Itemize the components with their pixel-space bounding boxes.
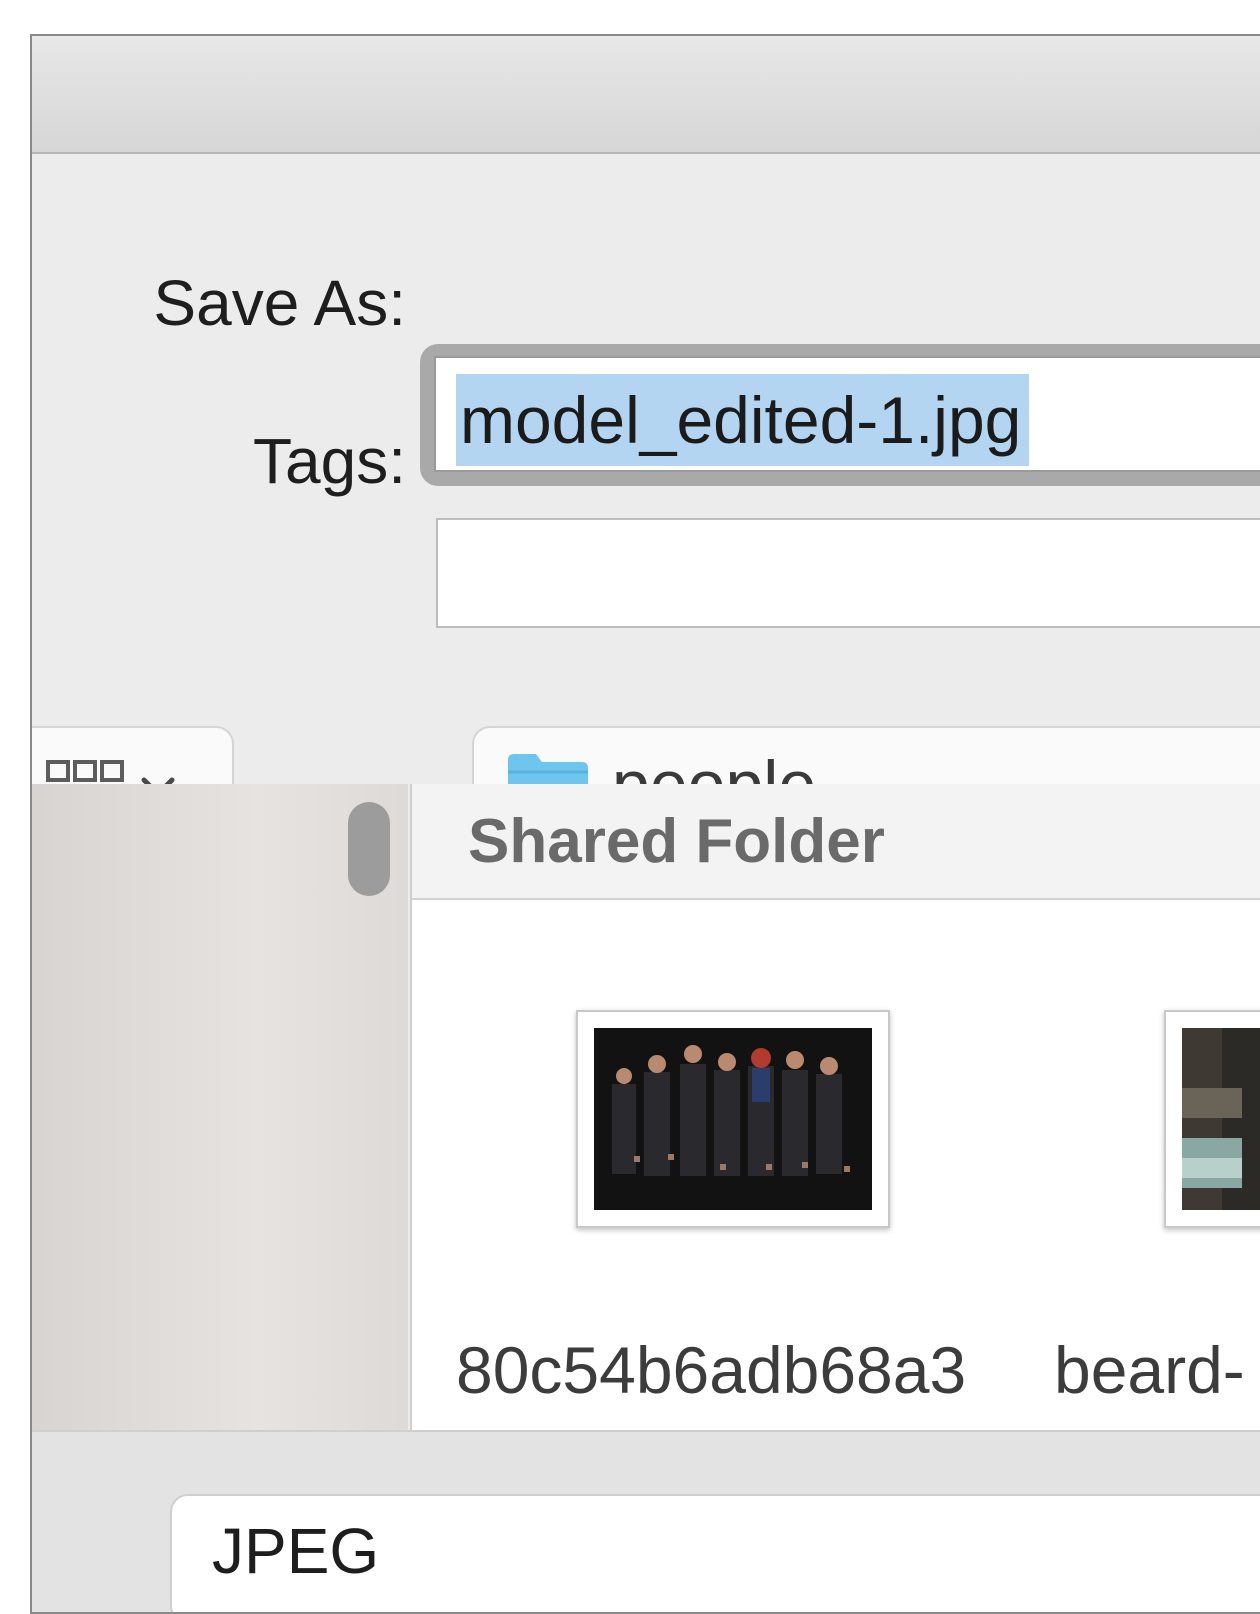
save-as-field[interactable]: model_edited-1.jpg bbox=[434, 356, 1260, 472]
portrait-photo-thumbnail bbox=[1182, 1028, 1260, 1210]
sidebar bbox=[32, 784, 408, 1430]
save-form: Save As: model_edited-1.jpg Tags: bbox=[32, 154, 1260, 848]
file-browser: Shared Folder 80c54b6adb68a3 beard- bbox=[410, 784, 1260, 1430]
save-dialog: Save As: model_edited-1.jpg Tags: Shared… bbox=[30, 34, 1260, 1614]
sidebar-scrollbar[interactable] bbox=[348, 802, 390, 896]
file-name[interactable]: beard- bbox=[1054, 1332, 1245, 1408]
file-thumbnail[interactable] bbox=[576, 1010, 890, 1228]
file-name[interactable]: 80c54b6adb68a3 bbox=[456, 1332, 966, 1408]
save-as-value[interactable]: model_edited-1.jpg bbox=[456, 374, 1030, 466]
tags-label: Tags: bbox=[253, 425, 406, 497]
section-header: Shared Folder bbox=[412, 784, 1260, 900]
format-select[interactable]: JPEG bbox=[170, 1494, 1260, 1612]
save-as-label: Save As: bbox=[153, 267, 406, 339]
tags-field[interactable] bbox=[436, 518, 1260, 628]
title-bar bbox=[32, 36, 1260, 154]
section-title: Shared Folder bbox=[468, 807, 885, 876]
format-selected-label: JPEG bbox=[212, 1515, 380, 1587]
format-area: JPEG bbox=[32, 1430, 1260, 1612]
file-thumbnail[interactable] bbox=[1164, 1010, 1260, 1228]
save-as-focus-ring: model_edited-1.jpg bbox=[420, 344, 1260, 486]
group-photo-thumbnail bbox=[594, 1028, 872, 1210]
